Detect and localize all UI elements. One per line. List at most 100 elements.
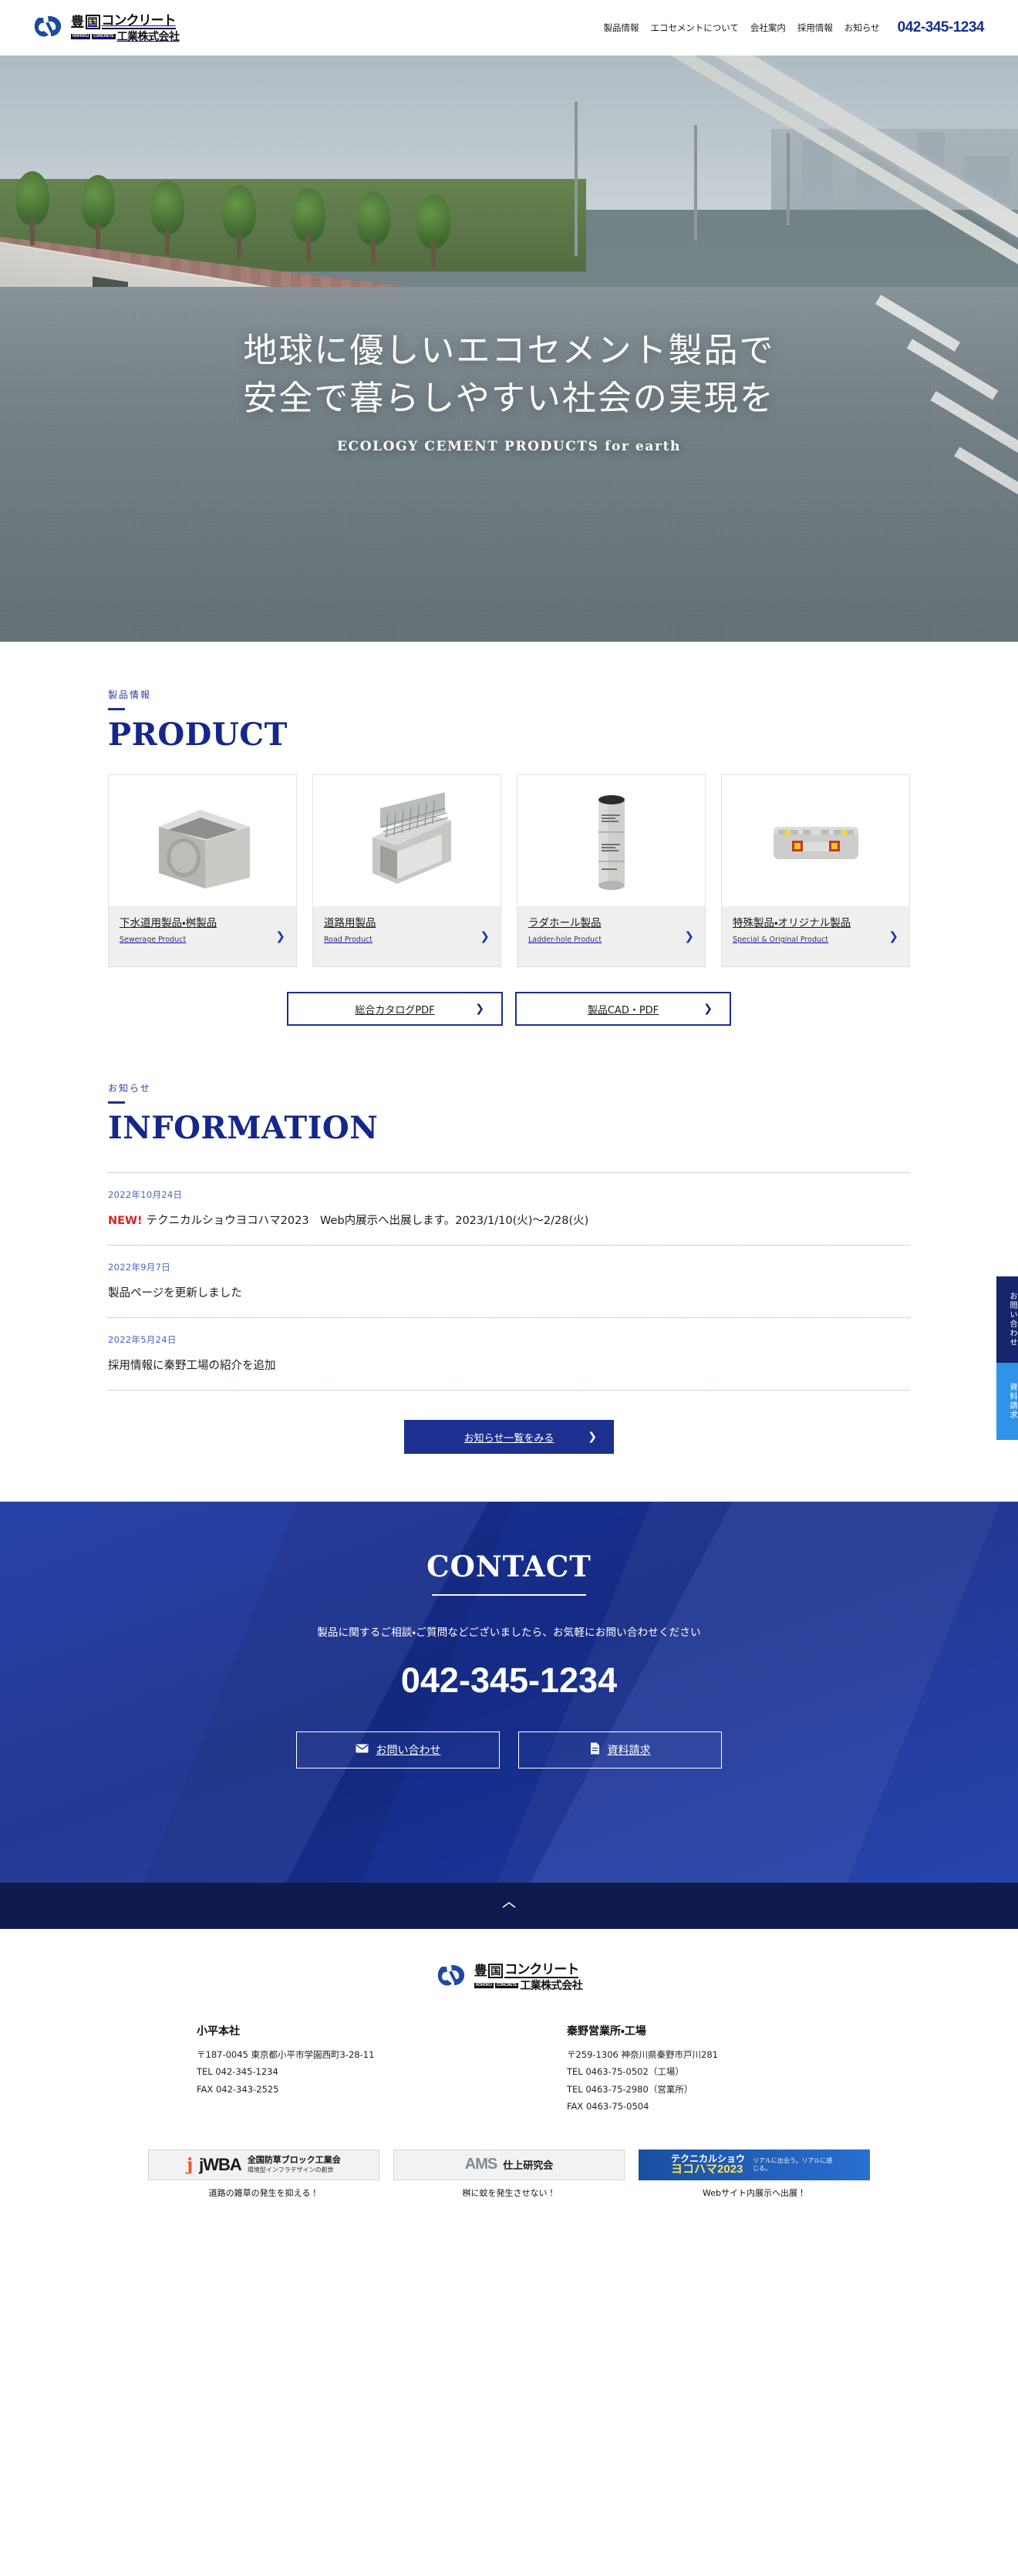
news-list: 2022年10月24日 NEW! テクニカルショウヨコハマ2023 Web内展示へ… (108, 1172, 910, 1391)
mail-icon (356, 1744, 369, 1756)
view-all-news-button[interactable]: お知らせ一覧をみる ❯ (404, 1420, 614, 1454)
contact-document-request-label: 資料請求 (607, 1745, 651, 1757)
information-section: お知らせ INFORMATION 2022年10月24日 NEW! テクニカルショ… (0, 1026, 1018, 1454)
banner-technical-show-yokohama[interactable]: テクニカルショウ ヨコハマ2023 リアルに出会う。リアルに感じる。 Webサイ… (639, 2149, 870, 2199)
banner-jwba[interactable]: j jWBA 全国防草ブロック工業会 環境型インフラデザインの創世 道路の雑草の発… (148, 2149, 379, 2199)
caret-up-icon (502, 1900, 516, 1912)
product-card-list: 下水道用製品・桝製品 Sewerage Product ❯ 道路用製品 Road… (108, 774, 910, 967)
jwba-subtitle: 環境型インフラデザインの創世 (247, 2166, 334, 2173)
back-to-top-button[interactable] (0, 1883, 1018, 1929)
chevron-right-icon: ❯ (888, 930, 898, 943)
footer-offices: 小平本社 〒187-0045 東京都小平市学園西町3-28-11 TEL 042… (0, 2023, 1018, 2116)
cad-pdf-button[interactable]: 製品CAD・PDF ❯ (515, 992, 731, 1026)
tsy-subtitle: リアルに出会う。リアルに感じる。 (753, 2157, 833, 2172)
catalog-pdf-button[interactable]: 総合カタログPDF ❯ (287, 992, 503, 1026)
nav-item-products[interactable]: 製品情報 (603, 22, 639, 34)
product-card-special[interactable]: 特殊製品・オリジナル製品 Special & Original Product … (721, 774, 910, 967)
office-block-hadano: 秦野営業所・工場 〒259-1306 神奈川県秦野市戸川281 TEL 0463… (567, 2023, 821, 2116)
office-tel-sales: TEL 0463-75-2980（営業所） (567, 2083, 693, 2095)
side-tab-document-request[interactable]: 資料請求 (996, 1363, 1018, 1440)
site-footer: 豊 国 コンクリート HOHOKU CONCRETE 工業株式会社 小平本社 〒… (0, 1929, 1018, 2219)
contact-lead-text: 製品に関するご相談・ご質問などございましたら、お気軽にお問い合わせください (317, 1627, 701, 1639)
office-name: 小平本社 (197, 2025, 240, 2038)
product-card-road[interactable]: 道路用製品 Road Product ❯ (312, 774, 501, 967)
contact-buttons: お問い合わせ 資料請求 (0, 1731, 1018, 1768)
hero-headline-line2: 安全で暮らしやすい社会の実現を (243, 379, 775, 419)
nav-item-recruit[interactable]: 採用情報 (797, 22, 833, 34)
office-address: 〒187-0045 東京都小平市学園西町3-28-11 (197, 2049, 375, 2060)
news-title: 採用情報に秦野工場の紹介を追加 (108, 1360, 276, 1372)
nav-item-news[interactable]: お知らせ (844, 22, 880, 34)
catalog-pdf-label: 総合カタログPDF (355, 1004, 435, 1017)
nav-item-ecocement[interactable]: エコセメントについて (650, 22, 738, 34)
chevron-right-icon: ❯ (480, 930, 490, 943)
product-card-subtitle: Sewerage Product (120, 936, 187, 945)
logo-boxed-kanji: 国 (85, 15, 100, 29)
footer-banners: j jWBA 全国防草ブロック工業会 環境型インフラデザインの創世 道路の雑草の発… (0, 2149, 1018, 2199)
banner-caption: 道路の雑草の発生を抑える！ (208, 2187, 319, 2198)
office-fax: FAX 042-343-2525 (197, 2083, 279, 2095)
tsy-inner: テクニカルショウ ヨコハマ2023 リアルに出会う。リアルに感じる。 (639, 2149, 870, 2180)
news-date: 2022年5月24日 (108, 1334, 177, 1345)
footer-logo-kanji: 豊 (474, 1964, 487, 1979)
hero-copy: 地球に優しいエコセメント製品で 安全で暮らしやすい社会の実現を ECOLOGY … (0, 327, 1018, 454)
side-tab-inquiry[interactable]: お問い合わせ (996, 1276, 1018, 1363)
product-card-body: 下水道用製品・桝製品 Sewerage Product ❯ (109, 906, 296, 966)
cad-pdf-label: 製品CAD・PDF (587, 1004, 659, 1017)
product-card-body: ラダホール製品 Ladder-hole Product ❯ (517, 906, 705, 966)
news-item[interactable]: 2022年9月7日 製品ページを更新しました (108, 1246, 910, 1317)
banner-ams[interactable]: AMS 仕上研究会 桝に蚊を発生させない！ (393, 2149, 625, 2199)
product-card-body: 道路用製品 Road Product ❯ (313, 906, 501, 966)
office-fax: FAX 0463-75-0504 (567, 2101, 649, 2112)
footer-logo-romaji-1: HOHOKU (474, 1982, 494, 1988)
news-date: 2022年9月7日 (108, 1262, 171, 1273)
nav-item-company[interactable]: 会社案内 (750, 22, 786, 34)
news-date: 2022年10月24日 (108, 1189, 183, 1200)
contact-inquiry-button[interactable]: お問い合わせ (296, 1731, 500, 1768)
ladder-hole-icon (598, 795, 625, 890)
tsy-line2: ヨコハマ2023 (670, 2163, 743, 2176)
contact-title: CONTACT (426, 1549, 592, 1583)
product-card-ladder-hole[interactable]: ラダホール製品 Ladder-hole Product ❯ (517, 774, 706, 967)
banner-image: AMS 仕上研究会 (393, 2149, 625, 2180)
header-phone-number[interactable]: 042-345-1234 (898, 19, 985, 36)
site-logo[interactable]: 豊 国 コンクリート HOHOKU CONCRETE 工業株式会社 (32, 14, 180, 42)
special-block-icon (773, 827, 858, 859)
product-card-title: 道路用製品 (324, 917, 376, 929)
logo-romaji-2: CONCRETE (92, 33, 116, 39)
product-card-subtitle: Road Product (324, 936, 372, 945)
document-icon (590, 1742, 600, 1758)
hero-section: 地球に優しいエコセメント製品で 安全で暮らしやすい社会の実現を ECOLOGY … (0, 56, 1018, 642)
footer-logo-boxed-kanji: 国 (488, 1964, 504, 1978)
view-all-news-label: お知らせ一覧をみる (463, 1432, 555, 1445)
news-title: 製品ページを更新しました (108, 1287, 242, 1300)
section-rule (108, 1101, 125, 1104)
section-rule (108, 708, 125, 710)
footer-logo-romaji-2: CONCRETE (494, 1982, 519, 1988)
jwba-logo-wba: jWBA (199, 2154, 242, 2174)
footer-logo[interactable]: 豊 国 コンクリート HOHOKU CONCRETE 工業株式会社 (0, 1963, 1018, 1991)
office-address: 〒259-1306 神奈川県秦野市戸川281 (567, 2049, 718, 2060)
news-new-badge: NEW! (108, 1215, 143, 1227)
news-item[interactable]: 2022年5月24日 採用情報に秦野工場の紹介を追加 (108, 1318, 910, 1390)
chevron-right-icon: ❯ (588, 1431, 597, 1443)
logo-wordmark: 豊 国 コンクリート HOHOKU CONCRETE 工業株式会社 (71, 14, 180, 42)
contact-document-request-button[interactable]: 資料請求 (518, 1731, 722, 1768)
jwba-title: 全国防草ブロック工業会 (247, 2155, 341, 2165)
footer-logo-subtitle: 工業株式会社 (520, 1979, 583, 1991)
banner-image: テクニカルショウ ヨコハマ2023 リアルに出会う。リアルに感じる。 (639, 2149, 870, 2180)
news-item[interactable]: 2022年10月24日 NEW! テクニカルショウヨコハマ2023 Web内展示へ… (108, 1173, 910, 1245)
product-card-sewerage[interactable]: 下水道用製品・桝製品 Sewerage Product ❯ (108, 774, 297, 967)
product-card-body: 特殊製品・オリジナル製品 Special & Original Product … (722, 906, 909, 966)
divider (108, 1390, 910, 1391)
ams-logo: AMS (464, 2156, 497, 2173)
contact-section: CONTACT 製品に関するご相談・ご質問などございましたら、お気軽にお問い合わ… (0, 1502, 1018, 1883)
contact-phone-number[interactable]: 042-345-1234 (0, 1661, 1018, 1701)
office-tel-factory: TEL 0463-75-0502（工場） (567, 2066, 684, 2078)
product-pdf-buttons: 総合カタログPDF ❯ 製品CAD・PDF ❯ (108, 992, 910, 1026)
office-tel: TEL 042-345-1234 (197, 2066, 278, 2078)
product-card-subtitle: Ladder-hole Product (528, 936, 602, 945)
product-section-title: PRODUCT (108, 716, 288, 753)
product-image (109, 775, 296, 906)
news-title-row: NEW! テクニカルショウヨコハマ2023 Web内展示へ出展します。2023/1… (108, 1212, 910, 1228)
